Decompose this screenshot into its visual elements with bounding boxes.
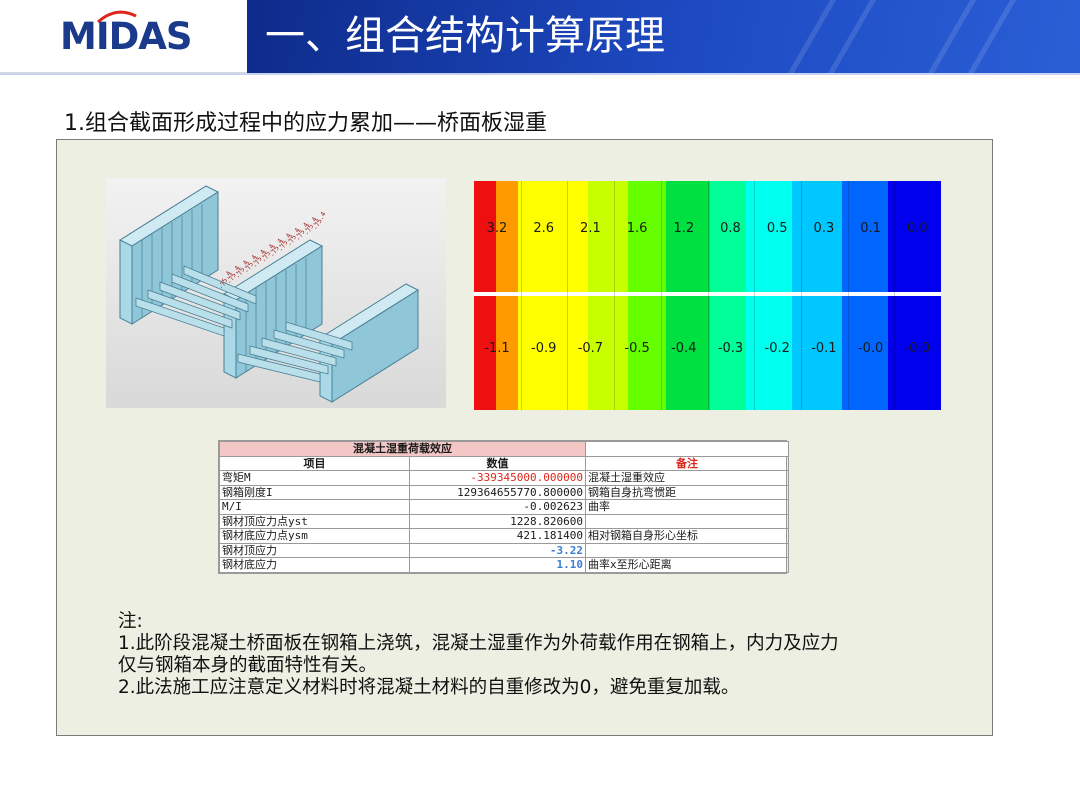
contour-bottom-value: -0.0 [857, 341, 884, 356]
row-item: 钢材顶应力 [219, 542, 410, 558]
row-item: 钢材底应力点ysm [219, 528, 410, 544]
table-row: 钢箱刚度I 129364655770.800000 钢箱自身抗弯惯距 [219, 484, 789, 500]
contour-cell-line [567, 181, 569, 410]
header-divider [0, 73, 1080, 75]
table-header-row: 项目 数值 备注 [219, 455, 789, 471]
row-value: -3.22 [409, 542, 586, 558]
contour-cell-line [520, 181, 522, 410]
table-row: 钢材底应力点ysm 421.181400 相对钢箱自身形心坐标 [219, 528, 789, 544]
contour-top-value: 0.8 [720, 221, 741, 236]
row-value: 1.10 [409, 557, 586, 573]
table-title-row: 混凝土湿重荷载效应 [219, 441, 789, 457]
notes-line-1: 1.此阶段混凝土桥面板在钢箱上浇筑，混凝土湿重作为外荷载作用在钢箱上，内力及应力 [118, 633, 839, 654]
contour-cell-line [614, 181, 616, 410]
header-note: 备注 [585, 455, 789, 471]
header-item: 项目 [219, 455, 410, 471]
contour-top-value: 0.1 [860, 221, 881, 236]
row-value: -339345000.000000 [409, 470, 586, 486]
contour-bottom-value: -0.1 [811, 341, 837, 356]
contour-bottom-value: -0.0 [904, 341, 930, 356]
contour-bottom-value: -0.3 [717, 341, 744, 356]
contour-cell-line [754, 181, 756, 410]
contour-top-value: 2.1 [580, 221, 601, 236]
row-note: 曲率x至形心距离 [585, 557, 789, 573]
contour-top-value: 0.5 [766, 221, 788, 236]
contour-cell-line [800, 181, 802, 410]
contour-top-value: 2.6 [533, 221, 555, 236]
contour-bottom-value: -0.5 [624, 341, 650, 356]
stress-contour-plot: 3.2 2.6 2.1 1.6 1.2 0.8 0.5 0.3 0.1 0.0 -1.1 -0.9 -0… [474, 181, 941, 410]
page-title: 一、组合结构计算原理 [265, 13, 665, 59]
midas-logo: MIDAS [60, 15, 193, 58]
row-value: -0.002623 [409, 499, 586, 515]
row-note [585, 542, 789, 558]
row-note: 钢箱自身抗弯惯距 [585, 484, 789, 500]
table-row: M/I -0.002623 曲率 [219, 499, 789, 515]
notes-line-2: 仅与钢箱本身的截面特性有关。 [118, 655, 378, 676]
table-title-blank [585, 441, 789, 457]
row-value: 129364655770.800000 [409, 484, 586, 500]
contour-top-value: 3.2 [486, 221, 508, 236]
row-note: 混凝土湿重效应 [585, 470, 789, 486]
notes-block: 注: 1.此阶段混凝土桥面板在钢箱上浇筑，混凝土湿重作为外荷载作用在钢箱上，内力… [118, 611, 958, 699]
contour-cell-line [660, 181, 662, 410]
title-bar: 一、组合结构计算原理 [247, 0, 1080, 73]
contour-cell-line [847, 181, 849, 410]
contour-top-value: 1.2 [673, 221, 695, 236]
load-effect-table: 混凝土湿重荷载效应 项目 数值 备注 弯矩M -339345000.000000 混… [218, 440, 789, 574]
notes-line-3: 2.此法施工应注意定义材料时将混凝土材料的自重修改为0，避免重复加载。 [118, 677, 740, 698]
table-row: 钢材底应力 1.10 曲率x至形心距离 [219, 557, 789, 573]
row-value: 421.181400 [409, 528, 586, 544]
row-note: 曲率 [585, 499, 789, 515]
bridge-model-drawing: -75.4-75.4-75.4-75.4-75.4-75.4-75.4-75.4… [118, 185, 420, 403]
contour-cell-line [894, 181, 896, 410]
contour-top-value: 1.6 [626, 221, 648, 236]
notes-heading: 注: [118, 611, 143, 632]
section-subtitle: 1.组合截面形成过程中的应力累加——桥面板湿重 [64, 111, 547, 136]
contour-cell-line [707, 181, 709, 410]
contour-bottom-value: -0.2 [764, 341, 790, 356]
row-value: 1228.820600 [409, 513, 586, 529]
row-note: 相对钢箱自身形心坐标 [585, 528, 789, 544]
header-value: 数值 [409, 455, 586, 471]
row-note [585, 513, 789, 529]
contour-top-value: 0.0 [906, 221, 928, 236]
row-item: 钢材顶应力点yst [219, 513, 410, 529]
row-item: 钢箱刚度I [219, 484, 410, 500]
table-row: 弯矩M -339345000.000000 混凝土湿重效应 [219, 470, 789, 486]
table-row: 钢材顶应力 -3.22 [219, 542, 789, 558]
table-title: 混凝土湿重荷载效应 [219, 441, 586, 457]
contour-bottom-value: -1.1 [484, 341, 510, 356]
contour-bottom-value: -0.7 [577, 341, 604, 356]
logo-area: MIDAS [0, 0, 247, 73]
contour-bottom-value: -0.4 [671, 341, 697, 356]
row-item: 弯矩M [219, 470, 410, 486]
bridge-3d-model: -75.4 -75.4 -75.4 -75.4 -75.4 -75.4 -75.4 -75.4… [106, 178, 446, 408]
row-item: 钢材底应力 [219, 557, 410, 573]
contour-top-value: 0.3 [813, 221, 835, 236]
row-item: M/I [219, 499, 410, 515]
contour-bottom-value: -0.9 [531, 341, 557, 356]
table-row: 钢材顶应力点yst 1228.820600 [219, 513, 789, 529]
